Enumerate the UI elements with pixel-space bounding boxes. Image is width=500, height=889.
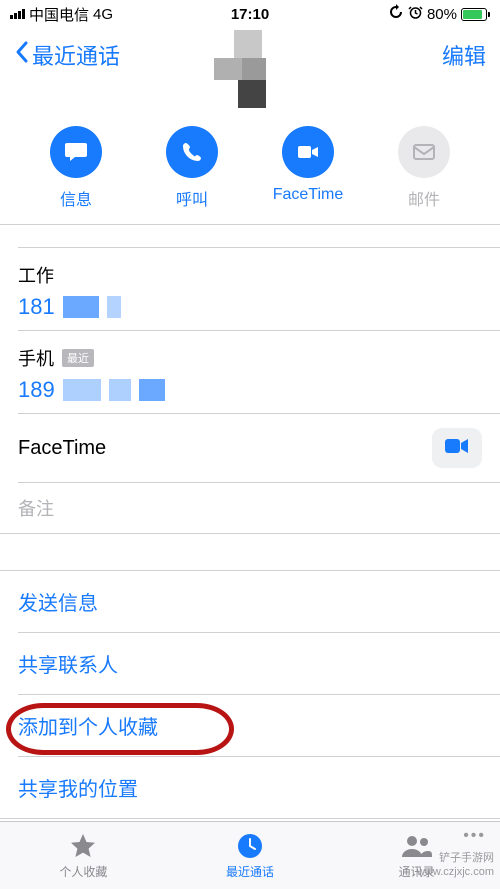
phone-number-prefix: 181 xyxy=(18,294,55,320)
facetime-row: FaceTime xyxy=(0,414,500,482)
status-bar: 中国电信 4G 17:10 80% xyxy=(0,0,500,28)
more-icon: ••• xyxy=(463,827,486,845)
facetime-label: FaceTime xyxy=(273,186,344,204)
phone-label: 工作 xyxy=(18,262,54,288)
censored-block xyxy=(63,379,101,401)
tab-favorites[interactable]: 个人收藏 xyxy=(33,831,133,880)
censored-block xyxy=(107,296,121,318)
battery-icon xyxy=(461,8,490,21)
status-left: 中国电信 4G xyxy=(10,4,113,25)
message-button[interactable]: 信息 xyxy=(31,126,121,210)
add-favorite-link[interactable]: 添加到个人收藏 xyxy=(0,695,500,756)
star-icon xyxy=(68,831,98,861)
message-icon xyxy=(50,126,102,178)
message-label: 信息 xyxy=(60,186,92,210)
back-label: 最近通话 xyxy=(32,39,120,71)
clock-icon xyxy=(235,831,265,861)
battery-pct: 80% xyxy=(427,6,457,23)
mail-label: 邮件 xyxy=(408,186,440,210)
censored-block xyxy=(109,379,131,401)
call-label: 呼叫 xyxy=(176,186,208,210)
facetime-row-label: FaceTime xyxy=(18,437,106,460)
phone-icon xyxy=(166,126,218,178)
watermark-line2: www.czjxjc.com xyxy=(417,865,494,879)
action-row: 信息 呼叫 FaceTime 邮件 xyxy=(0,126,500,224)
watermark: 铲子手游网 www.czjxjc.com xyxy=(417,851,494,879)
censored-block xyxy=(63,296,99,318)
phone-number-prefix: 189 xyxy=(18,377,55,403)
carrier-label: 中国电信 xyxy=(29,4,89,25)
tab-label: 最近通话 xyxy=(226,863,274,880)
rotation-lock-icon xyxy=(388,4,404,24)
contact-avatar xyxy=(214,30,286,110)
back-button[interactable]: 最近通话 xyxy=(14,39,120,71)
video-icon xyxy=(444,436,470,461)
share-contact-link[interactable]: 共享联系人 xyxy=(0,633,500,694)
watermark-line1: 铲子手游网 xyxy=(417,851,494,865)
phone-work-row[interactable]: 工作 181 xyxy=(0,248,500,330)
tab-label: 个人收藏 xyxy=(59,863,107,880)
notes-field[interactable]: 备注 xyxy=(0,483,500,533)
network-label: 4G xyxy=(93,6,113,23)
status-right: 80% xyxy=(388,4,490,24)
divider xyxy=(0,818,500,819)
facetime-button[interactable]: FaceTime xyxy=(263,126,353,210)
mail-icon xyxy=(398,126,450,178)
phone-label: 手机 xyxy=(18,345,54,371)
edit-button[interactable]: 编辑 xyxy=(442,39,486,71)
recent-badge: 最近 xyxy=(62,349,94,367)
chevron-left-icon xyxy=(14,40,30,70)
facetime-video-button[interactable] xyxy=(432,428,482,468)
phone-mobile-row[interactable]: 手机 最近 189 xyxy=(0,331,500,413)
video-icon xyxy=(282,126,334,178)
mail-button: 邮件 xyxy=(379,126,469,210)
censored-block xyxy=(139,379,165,401)
signal-icon xyxy=(10,9,25,19)
send-message-link[interactable]: 发送信息 xyxy=(0,571,500,632)
share-location-link[interactable]: 共享我的位置 xyxy=(0,757,500,818)
clock: 17:10 xyxy=(231,6,269,23)
tab-recents[interactable]: 最近通话 xyxy=(200,831,300,880)
alarm-icon xyxy=(408,5,423,24)
call-button[interactable]: 呼叫 xyxy=(147,126,237,210)
